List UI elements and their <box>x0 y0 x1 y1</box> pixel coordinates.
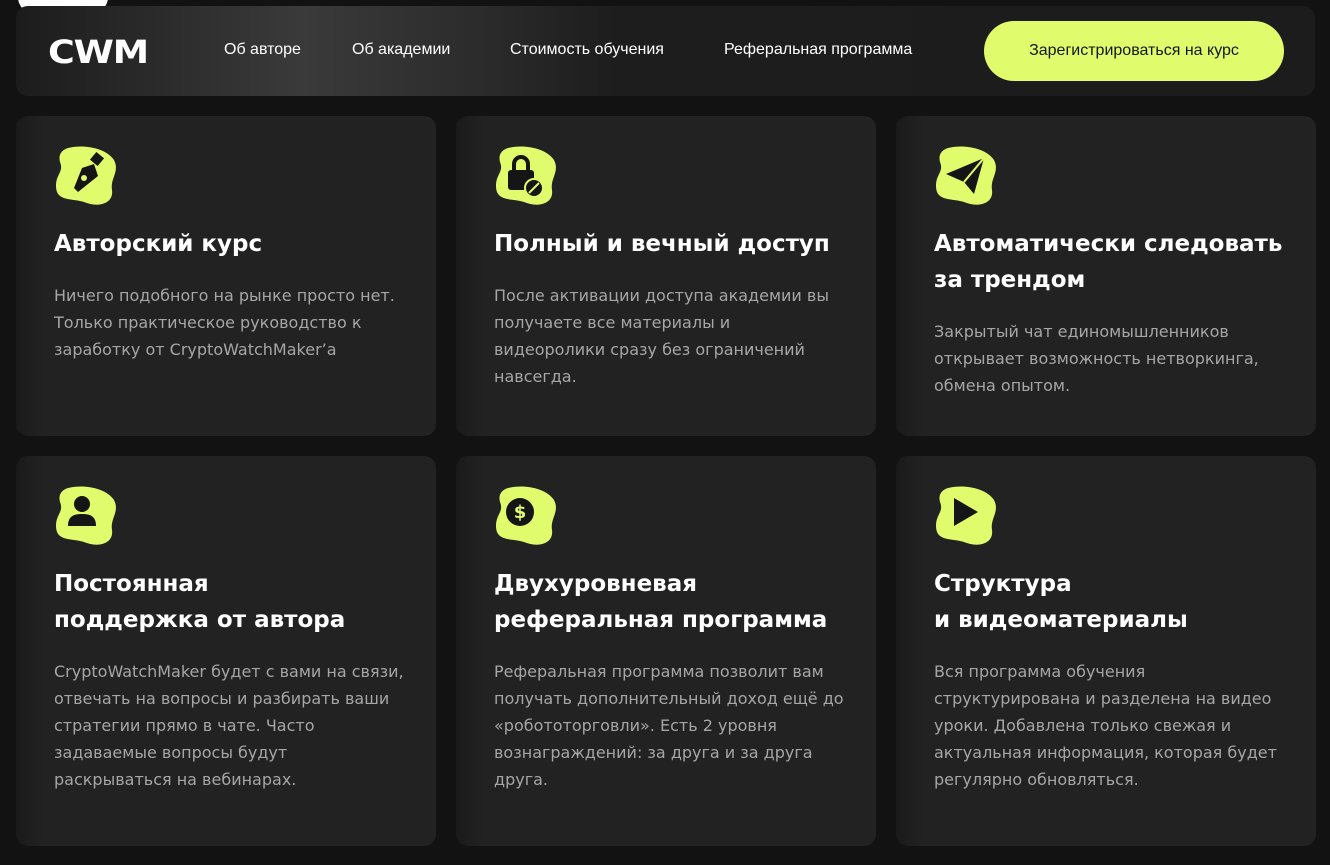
feature-description: После активации доступа академии вы полу… <box>494 286 829 386</box>
feature-title: Автоматически следовать за трендом <box>934 231 1283 293</box>
feature-title: Двухуровневая реферальная программа <box>494 571 828 633</box>
feature-description: Закрытый чат единомышленников открывает … <box>934 322 1259 395</box>
feature-description: Реферальная программа позволит вам получ… <box>494 662 844 789</box>
feature-card: Авторский курс Ничего подобного на рынке… <box>16 116 436 436</box>
feature-card: Автоматически следовать за трендом Закры… <box>896 116 1316 436</box>
cwm-logo[interactable]: CWM <box>48 35 148 67</box>
play-icon <box>936 486 996 545</box>
feature-title: Полный и вечный доступ <box>494 231 830 257</box>
nav-link-referral[interactable]: Реферальная программа <box>724 41 912 59</box>
feature-title: Постоянная поддержка от автора <box>54 571 346 633</box>
feature-title: Структура и видеоматериалы <box>934 571 1188 633</box>
feature-description: Вся программа обучения структурирована и… <box>934 662 1277 789</box>
nav-link-about-academy[interactable]: Об академии <box>352 41 450 59</box>
dollar-coin-icon: $ <box>496 486 556 545</box>
svg-text:CWM: CWM <box>48 35 148 67</box>
site-header: CWM Об авторе Об академии Стоимость обуч… <box>16 6 1315 96</box>
paper-plane-icon <box>936 146 996 205</box>
user-icon <box>56 486 116 545</box>
feature-description: Ничего подобного на рынке просто нет. То… <box>54 286 395 359</box>
feature-description: CryptoWatchMaker будет с вами на связи, … <box>54 662 404 789</box>
lock-infinity-icon <box>496 146 556 205</box>
svg-text:$: $ <box>514 502 527 523</box>
nav-link-pricing[interactable]: Стоимость обучения <box>510 41 664 59</box>
feature-card: Структура и видеоматериалы Вся программа… <box>896 456 1316 846</box>
nav-link-about-author[interactable]: Об авторе <box>224 41 301 59</box>
feature-title: Авторский курс <box>54 231 263 257</box>
feature-card: Полный и вечный доступ После активации д… <box>456 116 876 436</box>
pen-nib-icon <box>56 146 116 205</box>
register-button[interactable]: Зарегистрироваться на курс <box>984 21 1284 81</box>
feature-card: Постоянная поддержка от автора CryptoWat… <box>16 456 436 846</box>
feature-card: $ Двухуровневая реферальная программа Ре… <box>456 456 876 846</box>
